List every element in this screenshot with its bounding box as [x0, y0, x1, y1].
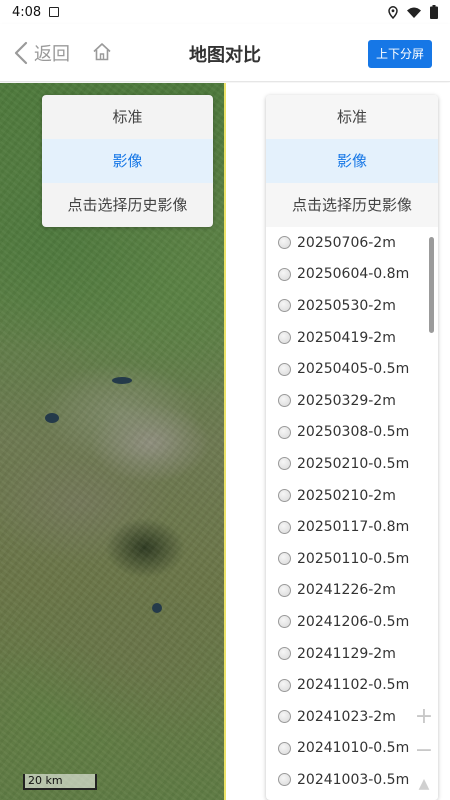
compass-icon[interactable]: ▲ [414, 776, 434, 796]
layer-panel-right: 标准 影像 点击选择历史影像 20250706-2m 20250604-0.8m… [266, 95, 438, 800]
app-header: 返回 地图对比 上下分屏 [0, 24, 450, 82]
zoom-in-button[interactable]: + [410, 702, 438, 732]
layer-standard-option[interactable]: 标准 [266, 95, 438, 139]
history-item[interactable]: 20250110-0.5m [266, 543, 438, 575]
layer-history-option[interactable]: 点击选择历史影像 [42, 183, 213, 227]
radio-button[interactable] [278, 741, 291, 755]
zoom-controls: + − ▲ [410, 702, 438, 800]
home-icon[interactable] [92, 42, 112, 66]
layer-standard-option[interactable]: 标准 [42, 95, 213, 139]
radio-button[interactable] [278, 425, 291, 439]
history-item[interactable]: 20241206-0.5m [266, 606, 438, 638]
status-bar: 4:08 [0, 0, 450, 24]
layer-imagery-option[interactable]: 影像 [42, 139, 213, 183]
zoom-out-button[interactable]: − [410, 736, 438, 766]
radio-button[interactable] [278, 678, 291, 692]
history-item[interactable]: 20250419-2m [266, 322, 438, 354]
history-item[interactable]: 20241226-2m [266, 575, 438, 607]
radio-button[interactable] [278, 362, 291, 376]
radio-button[interactable] [278, 331, 291, 345]
layer-imagery-option[interactable]: 影像 [266, 139, 438, 183]
lake [112, 377, 132, 384]
location-icon [388, 5, 398, 19]
history-item[interactable]: 20241129-2m [266, 638, 438, 670]
left-map[interactable]: 标准 影像 点击选择历史影像 20 km [0, 83, 224, 800]
lake [45, 413, 59, 423]
radio-button[interactable] [278, 647, 291, 661]
scale-bar: 20 km [23, 774, 97, 790]
status-time: 4:08 [12, 4, 42, 20]
back-chevron-icon [14, 41, 28, 65]
radio-button[interactable] [278, 552, 291, 566]
history-item[interactable]: 20250405-0.5m [266, 353, 438, 385]
battery-icon [430, 5, 438, 19]
radio-button[interactable] [278, 520, 291, 534]
wifi-icon [407, 7, 421, 18]
lake [152, 603, 162, 613]
radio-button[interactable] [278, 615, 291, 629]
history-item[interactable]: 20250329-2m [266, 385, 438, 417]
radio-button[interactable] [278, 267, 291, 281]
back-label: 返回 [34, 44, 70, 65]
radio-button[interactable] [278, 299, 291, 313]
history-item[interactable]: 20250210-0.5m [266, 448, 438, 480]
history-item[interactable]: 20250706-2m [266, 227, 438, 259]
history-item[interactable]: 20250530-2m [266, 290, 438, 322]
radio-button[interactable] [278, 394, 291, 408]
history-item[interactable]: 20241102-0.5m [266, 669, 438, 701]
radio-button[interactable] [278, 236, 291, 250]
radio-button[interactable] [278, 457, 291, 471]
layer-panel-left: 标准 影像 点击选择历史影像 [42, 95, 213, 227]
list-scrollbar[interactable] [429, 237, 434, 333]
radio-button[interactable] [278, 583, 291, 597]
radio-button[interactable] [278, 489, 291, 503]
app-notification-icon [49, 7, 60, 17]
history-item[interactable]: 20250117-0.8m [266, 511, 438, 543]
history-item[interactable]: 20250604-0.8m [266, 259, 438, 291]
split-screen-button[interactable]: 上下分屏 [367, 40, 432, 68]
history-item[interactable]: 20250210-2m [266, 480, 438, 512]
back-button[interactable]: 返回 [14, 40, 70, 66]
right-map[interactable]: 标准 影像 点击选择历史影像 20250706-2m 20250604-0.8m… [226, 83, 450, 800]
history-item[interactable]: 20250308-0.5m [266, 417, 438, 449]
layer-history-option[interactable]: 点击选择历史影像 [266, 183, 438, 227]
radio-button[interactable] [278, 710, 291, 724]
radio-button[interactable] [278, 773, 291, 787]
